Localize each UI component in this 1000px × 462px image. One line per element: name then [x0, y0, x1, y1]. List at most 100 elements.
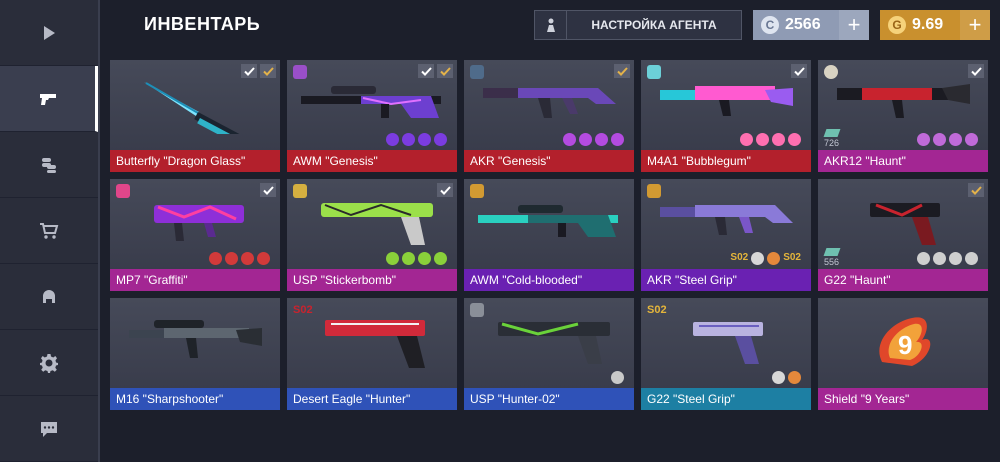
sidebar	[0, 0, 100, 462]
sidebar-item-play[interactable]	[0, 0, 98, 66]
item-name: MP7 "Graffiti"	[110, 269, 280, 291]
item-name: AKR "Steel Grip"	[641, 269, 811, 291]
agent-icon	[546, 18, 555, 32]
item-name: AWM "Genesis"	[287, 150, 457, 172]
inventory-item[interactable]: MP7 "Graffiti"	[110, 179, 280, 291]
sticker-icon	[949, 133, 962, 146]
sticker-icon	[386, 133, 399, 146]
sidebar-item-settings[interactable]	[0, 330, 98, 396]
s02-sticker: S02	[783, 252, 801, 263]
inventory-item[interactable]: Butterfly "Dragon Glass"	[110, 60, 280, 172]
awm-cold-blooded-image	[478, 205, 618, 237]
inventory-item[interactable]: 726 AKR12 "Haunt"	[818, 60, 988, 172]
g22-haunt-image	[870, 203, 940, 245]
inventory-item[interactable]: M4A1 "Bubblegum"	[641, 60, 811, 172]
sidebar-item-inventory[interactable]	[0, 66, 98, 132]
chat-icon	[41, 421, 57, 437]
g22-steel-grip-image	[693, 322, 763, 364]
sidebar-item-shop[interactable]	[0, 198, 98, 264]
gold-currency: G 9.69 +	[880, 10, 990, 40]
sticker-icon	[241, 252, 254, 265]
desert-eagle-hunter-image	[325, 320, 425, 368]
gold-coin-icon: G	[888, 16, 906, 34]
sticker-row	[563, 133, 624, 146]
stack-icon	[823, 129, 840, 137]
sticker-icon	[595, 133, 608, 146]
add-gold-button[interactable]: +	[960, 10, 990, 40]
sidebar-item-clan[interactable]	[0, 264, 98, 330]
awm-genesis-image	[301, 86, 441, 118]
sticker-icon	[740, 133, 753, 146]
item-name: Shield "9 Years"	[818, 388, 988, 410]
header: ИНВЕНТАРЬ НАСТРОЙКА АГЕНТА C 2566 + G 9.…	[100, 0, 1000, 50]
sticker-icon	[225, 252, 238, 265]
sticker-icon	[563, 133, 576, 146]
item-count: 726	[824, 138, 840, 148]
stack-icon	[823, 248, 840, 256]
inventory-item[interactable]: 9 Shield "9 Years"	[818, 298, 988, 410]
sidebar-item-chat[interactable]	[0, 396, 98, 462]
m4a1-bubblegum-image	[660, 86, 793, 116]
sticker-icon	[418, 133, 431, 146]
item-name: M16 "Sharpshooter"	[110, 388, 280, 410]
sticker-row	[740, 133, 801, 146]
sticker-icon	[611, 371, 624, 384]
item-count-badge: 726	[823, 129, 840, 148]
sidebar-item-market[interactable]	[0, 132, 98, 198]
sticker-icon	[767, 252, 781, 265]
sticker-icon	[386, 252, 399, 265]
sticker-icon	[949, 252, 962, 265]
sticker-icon	[611, 133, 624, 146]
inventory-item[interactable]: AKR "Genesis"	[464, 60, 634, 172]
agent-settings-button[interactable]: НАСТРОЙКА АГЕНТА	[534, 10, 742, 40]
sticker-icon	[917, 133, 930, 146]
s02-sticker: S02	[730, 252, 749, 263]
item-count: 556	[824, 257, 840, 267]
sticker-row	[209, 252, 270, 265]
agent-settings-label: НАСТРОЙКА АГЕНТА	[591, 18, 717, 32]
item-name: Butterfly "Dragon Glass"	[110, 150, 280, 172]
sticker-row	[917, 133, 978, 146]
akr12-haunt-image	[837, 84, 970, 118]
silver-coin-icon: C	[761, 16, 779, 34]
play-icon	[44, 25, 55, 40]
silver-amount: 2566	[785, 16, 821, 33]
inventory-item[interactable]: USP "Stickerbomb"	[287, 179, 457, 291]
agent-icon-box	[535, 11, 567, 39]
sticker-icon	[402, 252, 415, 265]
sticker-row	[386, 252, 447, 265]
inventory-item[interactable]: S02 Desert Eagle "Hunter"	[287, 298, 457, 410]
inventory-item[interactable]: M16 "Sharpshooter"	[110, 298, 280, 410]
item-name: AKR12 "Haunt"	[818, 150, 988, 172]
sticker-icon	[756, 133, 769, 146]
item-name: USP "Stickerbomb"	[287, 269, 457, 291]
sticker-icon	[418, 252, 431, 265]
akr-steel-grip-image	[660, 205, 793, 235]
m16-sharpshooter-image	[129, 320, 262, 358]
page-title: ИНВЕНТАРЬ	[144, 14, 261, 34]
sticker-icon	[772, 371, 785, 384]
gold-amount: 9.69	[912, 16, 944, 33]
sticker-icon	[579, 133, 592, 146]
inventory-item[interactable]: 556 G22 "Haunt"	[818, 179, 988, 291]
gear-icon	[40, 353, 58, 373]
inventory-item[interactable]: AWM "Genesis"	[287, 60, 457, 172]
sticker-icon	[257, 252, 270, 265]
svg-text:9: 9	[898, 330, 912, 360]
sticker-icon	[917, 252, 930, 265]
add-silver-button[interactable]: +	[839, 10, 869, 40]
butterfly-knife-image	[144, 82, 253, 134]
sticker-icon	[209, 252, 222, 265]
sticker-icon	[434, 133, 447, 146]
item-name: G22 "Steel Grip"	[641, 388, 811, 410]
silver-currency: C 2566 +	[753, 10, 869, 40]
sticker-row	[386, 133, 447, 146]
inventory-item[interactable]: AWM "Cold-blooded"	[464, 179, 634, 291]
inventory-item[interactable]: USP "Hunter-02"	[464, 298, 634, 410]
sticker-icon	[965, 252, 978, 265]
inventory-item[interactable]: S02 S02 AKR "Steel Grip"	[641, 179, 811, 291]
cart-icon	[40, 222, 59, 239]
sticker-icon	[933, 252, 946, 265]
inventory-item[interactable]: S02 G22 "Steel Grip"	[641, 298, 811, 410]
sticker-row: S02 S02	[730, 252, 801, 265]
